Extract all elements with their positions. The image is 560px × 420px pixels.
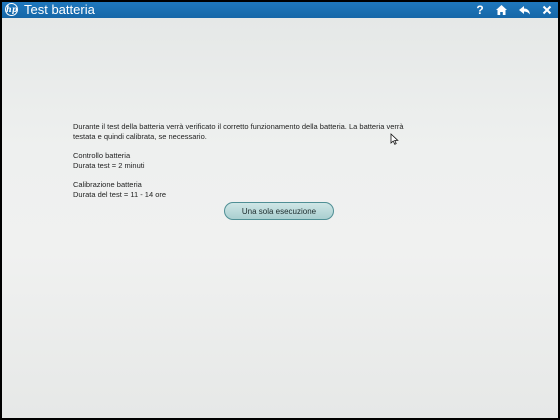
battery-test-info: Durante il test della batteria verrà ver… xyxy=(73,122,473,200)
calibration-section: Calibrazione batteria Durata del test = … xyxy=(73,180,473,200)
description-line-1: Durante il test della batteria verrà ver… xyxy=(73,122,404,131)
mouse-cursor-icon xyxy=(390,133,399,145)
help-glyph: ? xyxy=(476,3,484,17)
run-once-button[interactable]: Una sola esecuzione xyxy=(224,202,334,220)
close-glyph xyxy=(542,5,552,15)
screen: hp Test batteria ? Durante il test della… xyxy=(2,2,558,418)
title-bar: hp Test batteria ? xyxy=(2,2,558,18)
close-icon[interactable] xyxy=(539,2,555,18)
back-icon[interactable] xyxy=(516,2,532,18)
help-icon[interactable]: ? xyxy=(472,2,488,18)
home-icon[interactable] xyxy=(493,2,509,18)
battery-check-title: Controllo batteria xyxy=(73,151,131,160)
home-glyph xyxy=(495,5,507,15)
back-arrow-glyph xyxy=(518,5,530,14)
hp-logo: hp xyxy=(5,3,18,16)
page-title: Test batteria xyxy=(24,2,95,17)
calibration-title: Calibrazione batteria xyxy=(73,180,142,189)
description-line-2: testata e quindi calibrata, se necessari… xyxy=(73,132,207,141)
calibration-duration: Durata del test = 11 - 14 ore xyxy=(73,190,167,199)
battery-check-section: Controllo batteria Durata test = 2 minut… xyxy=(73,151,473,171)
battery-check-duration: Durata test = 2 minuti xyxy=(73,161,145,170)
